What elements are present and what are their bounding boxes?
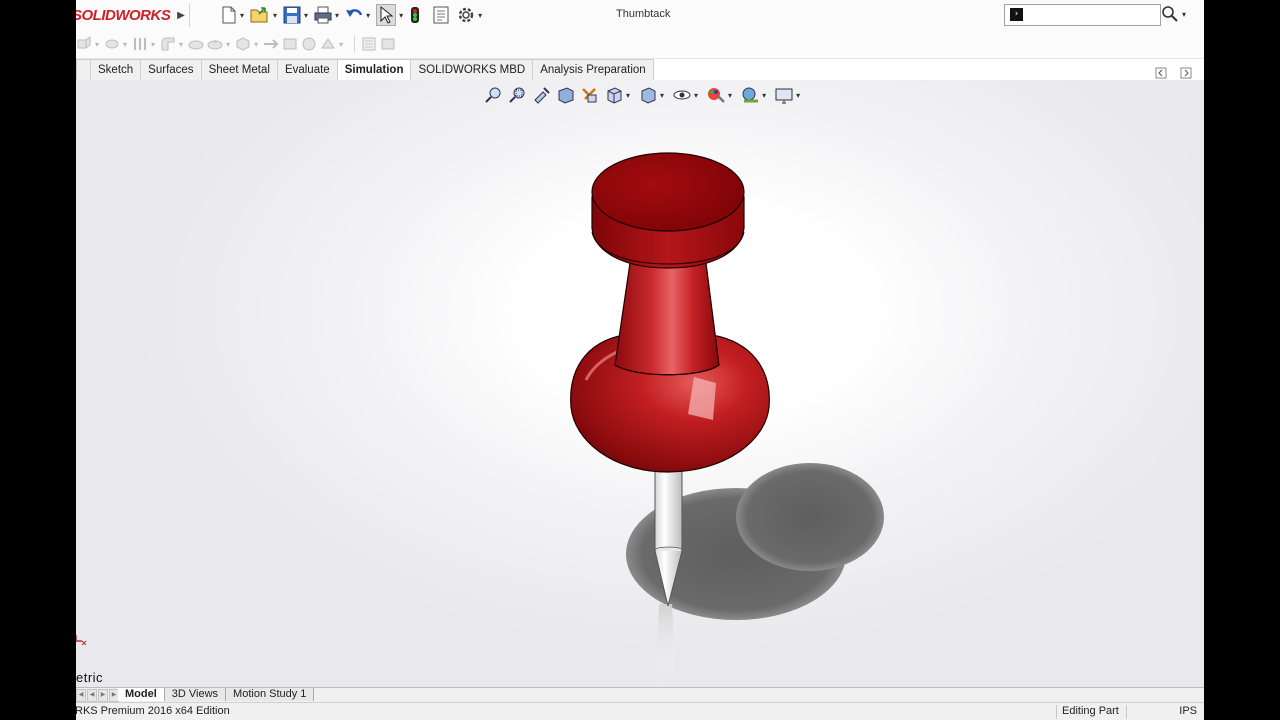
shell-icon[interactable] [207, 36, 223, 52]
search-dropdown-icon[interactable]: ▾ [1182, 10, 1186, 19]
fillet-icon[interactable] [160, 36, 176, 52]
thumbtack-model[interactable] [76, 80, 1204, 687]
tab-evaluate[interactable]: Evaluate [277, 59, 338, 81]
tab-solidworks-mbd[interactable]: SOLIDWORKS MBD [411, 59, 534, 81]
rib-icon[interactable] [188, 36, 204, 52]
status-units[interactable]: IPS [1126, 705, 1203, 719]
search-box[interactable]: › [1004, 4, 1161, 26]
quick-access-toolbar: ▾ ▾ ▾ ▾ ▾ ▾ ▾ [221, 4, 488, 26]
wrap-icon[interactable] [320, 36, 336, 52]
view-orientation-label: etric [76, 670, 104, 685]
search-icon[interactable] [1161, 5, 1179, 27]
tab-3d-views[interactable]: 3D Views [164, 688, 227, 701]
tab-motion-study-1[interactable]: Motion Study 1 [226, 688, 315, 701]
status-editing-mode: Editing Part [1056, 705, 1124, 719]
menu-expand-arrow-icon[interactable]: ▶ [173, 3, 190, 27]
curves-icon[interactable] [263, 36, 279, 52]
tab-simulation[interactable]: Simulation [337, 59, 412, 81]
tab-sketch[interactable]: Sketch [91, 59, 142, 81]
undo-icon[interactable] [345, 6, 363, 24]
sketch-icon[interactable] [361, 36, 377, 52]
cm-dropdown-icon[interactable]: ▾ [95, 40, 99, 49]
traffic-light-icon[interactable] [409, 6, 421, 24]
new-document-icon[interactable] [221, 6, 237, 24]
file-properties-icon[interactable] [433, 6, 449, 24]
swept-cut-icon[interactable] [132, 36, 148, 52]
graphics-area[interactable]: ▾ ▾ ▾ ▾ ▾ ▾ etric [76, 80, 1204, 687]
search-input[interactable] [1027, 7, 1131, 23]
title-bar: SOLIDWORKS ▶ ▾ ▾ ▾ ▾ ▾ ▾ ▾ Thumbtack › ▾ [76, 0, 1204, 31]
draft-icon[interactable] [301, 36, 317, 52]
next-tab-icon[interactable]: ▶ [98, 689, 108, 702]
cm-dropdown-icon[interactable]: ▾ [123, 40, 127, 49]
cm-dropdown-icon[interactable]: ▾ [151, 40, 155, 49]
document-title: Thumbtack [616, 8, 671, 20]
cm-dropdown-icon[interactable]: ▾ [226, 40, 230, 49]
pin-reflection [656, 604, 676, 685]
solidworks-window: SOLIDWORKS ▶ ▾ ▾ ▾ ▾ ▾ ▾ ▾ Thumbtack › ▾… [76, 0, 1204, 720]
cm-dropdown-icon[interactable]: ▾ [339, 40, 343, 49]
prev-tab-icon[interactable]: ◀ [87, 689, 97, 702]
reference-geometry-icon[interactable] [235, 36, 251, 52]
select-arrow-icon[interactable] [376, 4, 397, 26]
tab-surfaces[interactable]: Surfaces [141, 59, 202, 81]
open-folder-icon[interactable] [250, 6, 270, 24]
model-tabs-bar: ◀ ◀ ▶ ▶ Model 3D Views Motion Study 1 [76, 687, 1204, 702]
tab-features[interactable] [76, 59, 91, 81]
separator [354, 35, 356, 53]
gear-icon[interactable] [457, 6, 475, 24]
save-icon[interactable] [283, 6, 301, 24]
smart-dimension-icon[interactable] [380, 36, 396, 52]
save-dropdown-icon[interactable]: ▾ [304, 11, 308, 20]
tab-scroll-arrows[interactable]: ◀ ◀ ▶ ▶ [76, 689, 120, 702]
new-dropdown-icon[interactable]: ▾ [240, 11, 244, 20]
coordinate-triad-icon [76, 633, 90, 650]
cm-dropdown-icon[interactable]: ▾ [179, 40, 183, 49]
print-icon[interactable] [314, 6, 332, 24]
cm-dropdown-icon[interactable]: ▾ [254, 40, 258, 49]
revolved-boss-icon[interactable] [104, 36, 120, 52]
command-manager: ▾ ▾ ▾ ▾ ▾ ▾ ▾ [76, 30, 1204, 59]
cap-head[interactable] [591, 152, 745, 269]
undo-dropdown-icon[interactable]: ▾ [366, 11, 370, 20]
extruded-boss-icon[interactable] [76, 36, 92, 52]
status-edition: RKS Premium 2016 x64 Edition [76, 705, 230, 717]
tab-analysis-preparation[interactable]: Analysis Preparation [533, 59, 654, 81]
open-dropdown-icon[interactable]: ▾ [273, 11, 277, 20]
solidworks-logo[interactable]: SOLIDWORKS [76, 7, 171, 24]
command-search-icon[interactable]: › [1010, 8, 1023, 21]
stem[interactable] [614, 262, 720, 376]
instant3d-icon[interactable] [282, 36, 298, 52]
tab-sheet-metal[interactable]: Sheet Metal [201, 59, 278, 81]
select-dropdown-icon[interactable]: ▾ [399, 11, 403, 20]
print-dropdown-icon[interactable]: ▾ [335, 11, 339, 20]
tab-model[interactable]: Model [118, 688, 165, 701]
options-dropdown-icon[interactable]: ▾ [478, 11, 482, 20]
first-tab-icon[interactable]: ◀ [76, 689, 86, 702]
status-bar: RKS Premium 2016 x64 Edition Editing Par… [76, 702, 1204, 720]
command-manager-tabs: Sketch Surfaces Sheet Metal Evaluate Sim… [76, 59, 654, 81]
